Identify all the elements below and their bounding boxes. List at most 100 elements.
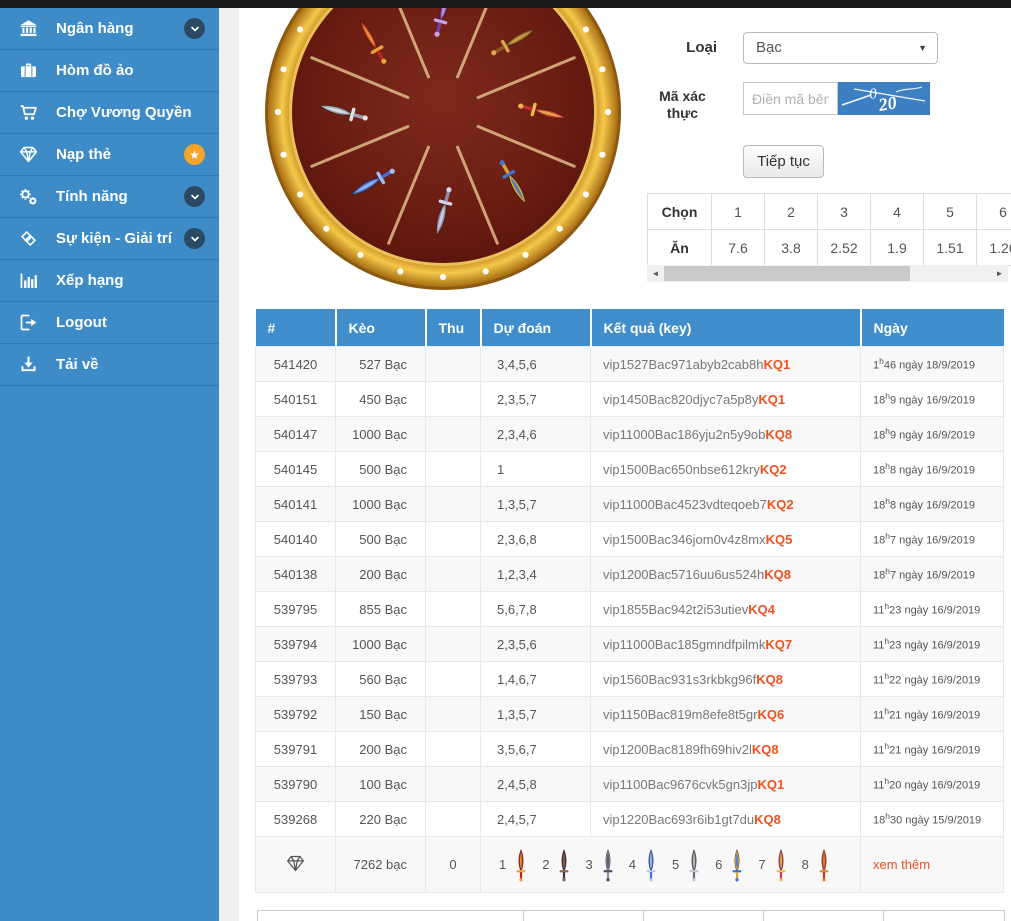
type-label: Loại	[619, 39, 717, 56]
result-key: vip1150Bac819m8efe8t5grKQ6	[591, 697, 861, 732]
result-key: vip1200Bac8189fh69hiv2lKQ8	[591, 732, 861, 767]
prize-wheel	[263, 8, 623, 292]
submit-button[interactable]: Tiếp tục	[743, 145, 824, 178]
scrollbar-thumb[interactable]	[664, 266, 910, 281]
bet-id: 539792	[256, 697, 336, 732]
sidebar-item-xep-hang[interactable]: Xếp hạng	[0, 260, 219, 302]
bet-date: 11h21 ngày 16/9/2019	[861, 697, 1004, 732]
bet-date: 18h8 ngày 16/9/2019	[861, 487, 1004, 522]
odds-choice: 3	[818, 194, 871, 230]
caret-down-icon: ▼	[918, 33, 927, 63]
result-key: vip1200Bac5716uu6us524hKQ8	[591, 557, 861, 592]
bet-amount: 500 Bạc	[336, 522, 426, 557]
weapon-number: 1	[499, 857, 506, 872]
see-more-link[interactable]: xem thêm	[861, 837, 1004, 893]
sidebar-item-tai-ve[interactable]: Tải về	[0, 344, 219, 386]
prize-wheel-graphic	[263, 8, 623, 292]
sidebar-item-label: Logout	[56, 314, 219, 331]
logout-icon	[0, 312, 56, 333]
bet-date: 18h8 ngày 16/9/2019	[861, 452, 1004, 487]
bet-date: 11h23 ngày 16/9/2019	[861, 592, 1004, 627]
bet-win	[426, 417, 481, 452]
odds-choice: 1	[712, 194, 765, 230]
arrow-right-icon[interactable]: ►	[991, 265, 1008, 282]
captcha-input[interactable]	[743, 82, 838, 115]
table-row: 5401411000 Bạc1,3,5,7vip11000Bac4523vdte…	[256, 487, 1004, 522]
bet-win	[426, 452, 481, 487]
result-key: vip11000Bac185gmndfpilmkKQ7	[591, 627, 861, 662]
sidebar-item-tinh-nang[interactable]: Tính năng	[0, 176, 219, 218]
sidebar-item-ngan-hang[interactable]: Ngân hàng	[0, 8, 219, 50]
gears-icon	[18, 186, 39, 207]
odds-choice: 5	[924, 194, 977, 230]
bet-win	[426, 767, 481, 802]
bet-id: 540145	[256, 452, 336, 487]
sidebar-item-label: Ngân hàng	[56, 20, 184, 37]
bet-win	[426, 487, 481, 522]
dark-bow-icon	[553, 847, 575, 883]
bet-win	[426, 802, 481, 837]
result-key: vip1527Bac971abyb2cab8hKQ1	[591, 347, 861, 382]
bet-id: 540140	[256, 522, 336, 557]
odds-scrollbar: ◄ ►	[647, 265, 1008, 282]
bet-id: 539791	[256, 732, 336, 767]
sidebar-item-hom-do-ao[interactable]: Hòm đồ ảo	[0, 50, 219, 92]
blue-sword-icon	[640, 847, 662, 883]
table-row: 540138200 Bạc1,2,3,4vip1200Bac5716uu6us5…	[256, 557, 1004, 592]
table-row: 539791200 Bạc3,5,6,7vip1200Bac8189fh69hi…	[256, 732, 1004, 767]
chevron-down-icon	[184, 18, 205, 39]
bar-chart-icon	[18, 270, 39, 291]
table-row: 540151450 Bạc2,3,5,7vip1450Bac820djyc7a5…	[256, 382, 1004, 417]
sidebar: Ngân hàng Hòm đồ ảo Chợ Vương Quyền Nạp thẻ…	[0, 8, 219, 921]
result-key: vip1560Bac931s3rkbkg96fKQ8	[591, 662, 861, 697]
bet-prediction: 2,3,5,7	[481, 382, 591, 417]
odds-payout-label: Ăn	[648, 230, 712, 266]
total-win: 0	[426, 837, 481, 893]
gem-icon	[256, 837, 336, 893]
table-row: 539792150 Bạc1,3,5,7vip1150Bac819m8efe8t…	[256, 697, 1004, 732]
chevron-down-icon	[184, 186, 205, 207]
bet-amount: 560 Bạc	[336, 662, 426, 697]
bar-chart-icon	[0, 270, 56, 291]
bet-date: 18h9 ngày 16/9/2019	[861, 382, 1004, 417]
odds-payout: 1.9	[871, 230, 924, 266]
bet-win	[426, 347, 481, 382]
sidebar-item-label: Nạp thẻ	[56, 146, 184, 163]
bet-amount: 220 Bạc	[336, 802, 426, 837]
bet-prediction: 2,3,6,8	[481, 522, 591, 557]
bottom-table-partial	[257, 910, 1005, 921]
table-row: 540140500 Bạc2,3,6,8vip1500Bac346jom0v4z…	[256, 522, 1004, 557]
type-select[interactable]: Bạc ▼	[743, 32, 938, 64]
weapon-number: 8	[802, 857, 809, 872]
bet-id: 539268	[256, 802, 336, 837]
bet-id: 539790	[256, 767, 336, 802]
bet-win	[426, 592, 481, 627]
topbar	[0, 0, 1011, 8]
bet-id: 540141	[256, 487, 336, 522]
bet-id: 541420	[256, 347, 336, 382]
bet-win	[426, 662, 481, 697]
bet-date: 18h30 ngày 15/9/2019	[861, 802, 1004, 837]
briefcase-icon	[18, 60, 39, 81]
bet-prediction: 1,4,6,7	[481, 662, 591, 697]
odds-payout: 2.52	[818, 230, 871, 266]
result-key: vip1855Bac942t2i53utievKQ4	[591, 592, 861, 627]
bet-prediction: 2,3,5,6	[481, 627, 591, 662]
gem-icon	[18, 144, 39, 165]
bet-date: 1h46 ngày 18/9/2019	[861, 347, 1004, 382]
sidebar-item-label: Hòm đồ ảo	[56, 62, 219, 79]
arrow-left-icon[interactable]: ◄	[647, 265, 664, 282]
sidebar-item-logout[interactable]: Logout	[0, 302, 219, 344]
captcha-image[interactable]: 020	[838, 82, 930, 115]
sidebar-item-label: Chợ Vương Quyền	[56, 104, 219, 121]
weapon-legend: 12345678	[481, 837, 861, 893]
sidebar-item-cho-vuong-quyen[interactable]: Chợ Vương Quyền	[0, 92, 219, 134]
sidebar-item-su-kien-giai-tri[interactable]: Sự kiện - Giải trí	[0, 218, 219, 260]
bet-amount: 200 Bạc	[336, 557, 426, 592]
gold-staff-icon	[726, 847, 748, 883]
bet-prediction: 1,2,3,4	[481, 557, 591, 592]
sidebar-item-label: Xếp hạng	[56, 272, 219, 289]
sidebar-item-label: Tính năng	[56, 188, 184, 205]
bet-id: 540151	[256, 382, 336, 417]
sidebar-item-nap-the[interactable]: Nạp thẻ★	[0, 134, 219, 176]
